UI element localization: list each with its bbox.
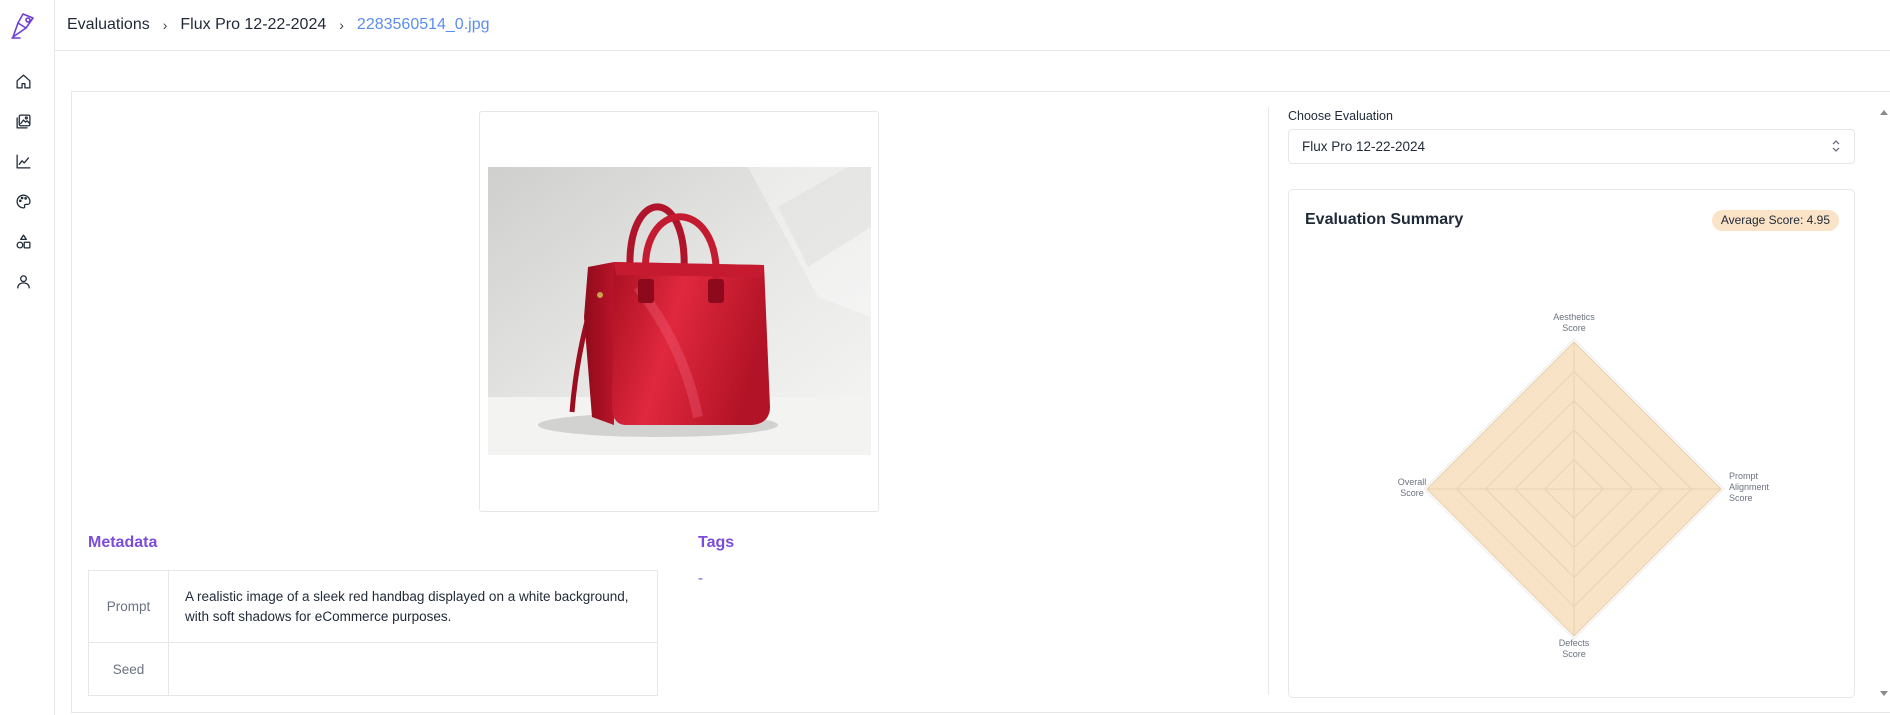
palette-icon[interactable] <box>12 190 34 212</box>
panel-divider <box>1268 107 1269 695</box>
evaluation-panel: Choose Evaluation Flux Pro 12-22-2024 Ev… <box>1288 109 1862 698</box>
breadcrumb-current-file[interactable]: 2283560514_0.jpg <box>357 16 490 34</box>
radar-axis-label: Defects Score <box>1559 638 1590 659</box>
image-detail-card: Metadata Prompt A realistic image of a s… <box>71 91 1890 713</box>
breadcrumb-evaluations[interactable]: Evaluations <box>67 16 150 34</box>
radar-axis-label: Overall Score <box>1398 477 1427 498</box>
tags-value: - <box>698 570 703 587</box>
choose-evaluation-label: Choose Evaluation <box>1288 109 1393 123</box>
chevron-up-down-icon <box>1832 140 1840 152</box>
breadcrumb-separator: › <box>339 17 344 33</box>
breadcrumb-separator: › <box>162 17 168 33</box>
shapes-icon[interactable] <box>12 230 34 252</box>
metadata-key: Seed <box>88 642 169 696</box>
evaluation-summary-card: Evaluation Summary Average Score: 4.95 A… <box>1288 189 1855 698</box>
app-logo-icon[interactable] <box>9 10 37 40</box>
scrollbar[interactable] <box>1878 107 1890 699</box>
breadcrumb-evaluation-name[interactable]: Flux Pro 12-22-2024 <box>180 16 326 34</box>
sidebar <box>0 0 55 715</box>
home-icon[interactable] <box>12 70 34 92</box>
tags-title: Tags <box>698 534 735 551</box>
radar-chart: Aesthetics Score Prompt Alignment Score Defec… <box>1398 312 1770 659</box>
breadcrumb: Evaluations › Flux Pro 12-22-2024 › 2283… <box>55 0 1890 51</box>
gallery-icon[interactable] <box>12 110 34 132</box>
evaluation-select[interactable]: Flux Pro 12-22-2024 <box>1288 129 1855 164</box>
scroll-down-arrow-icon[interactable] <box>1880 689 1888 697</box>
metadata-value: A realistic image of a sleek red handbag… <box>168 570 658 643</box>
metadata-value <box>168 642 658 696</box>
image-preview-frame <box>479 111 879 512</box>
chart-line-icon[interactable] <box>12 150 34 172</box>
radar-axis-label: Prompt Alignment Score <box>1729 471 1770 503</box>
metadata-row-prompt: Prompt A realistic image of a sleek red … <box>88 570 658 643</box>
radar-axis-label: Aesthetics Score <box>1553 312 1595 333</box>
metadata-table: Prompt A realistic image of a sleek red … <box>88 570 658 696</box>
metadata-key: Prompt <box>88 570 169 643</box>
user-icon[interactable] <box>12 270 34 292</box>
generated-image[interactable] <box>488 167 871 455</box>
evaluation-select-value: Flux Pro 12-22-2024 <box>1302 139 1426 154</box>
metadata-row-seed: Seed <box>88 642 658 696</box>
metadata-title: Metadata <box>88 534 158 551</box>
scroll-up-arrow-icon[interactable] <box>1880 109 1888 117</box>
